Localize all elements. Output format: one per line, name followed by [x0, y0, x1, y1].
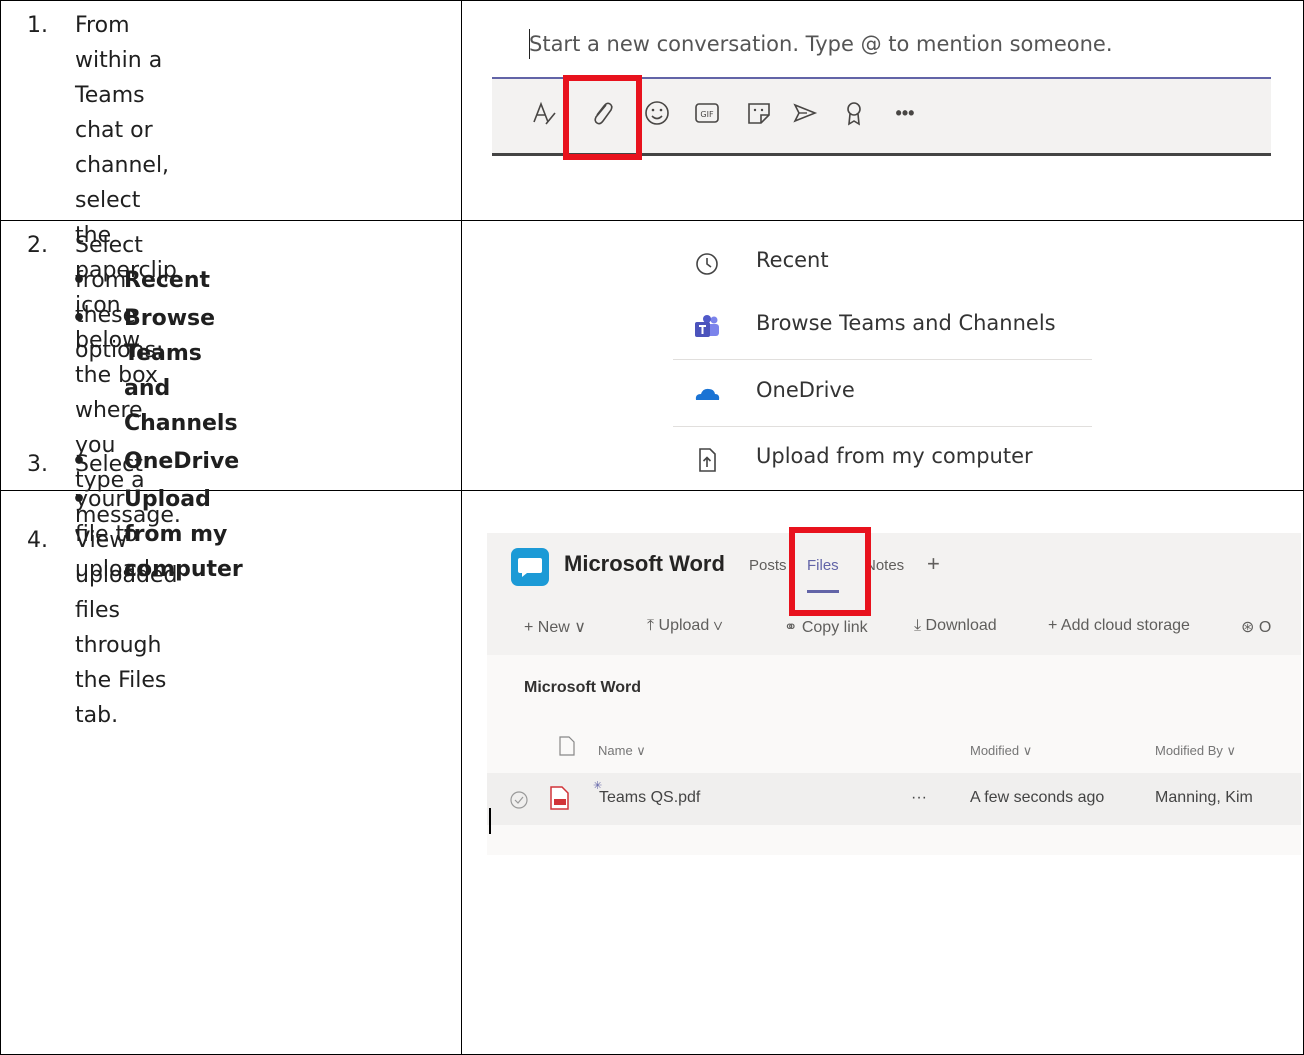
- text-cursor: [489, 808, 491, 834]
- files-view: Microsoft Word Posts Files Notes + + New…: [487, 533, 1301, 855]
- row-divider-1: [0, 220, 1304, 221]
- step-number: 3.: [27, 452, 48, 477]
- table-border-left: [0, 0, 1, 1055]
- files-tab-highlight: [789, 527, 871, 616]
- emoji-icon[interactable]: [642, 98, 672, 128]
- menu-item-recent[interactable]: Recent: [673, 230, 1092, 295]
- step-text: View uploaded files through the Files ta…: [75, 523, 177, 733]
- add-cloud-storage-button[interactable]: + Add cloud storage: [1048, 617, 1190, 635]
- menu-item-label: Upload from my computer: [756, 444, 1033, 468]
- onedrive-icon: [695, 388, 720, 400]
- file-list: Microsoft Word Name ∨ Modified ∨ Modifie…: [487, 655, 1301, 855]
- open-button[interactable]: ⊛ O: [1241, 617, 1271, 637]
- new-button[interactable]: + New ∨: [524, 617, 586, 637]
- gif-label: GIF: [700, 110, 714, 119]
- step-text-line: From within a Teams chat or: [75, 13, 163, 143]
- step-number: 4.: [27, 528, 48, 553]
- menu-item-label: OneDrive: [756, 378, 855, 402]
- column-name[interactable]: Name ∨: [598, 743, 646, 759]
- step-number: 1.: [27, 13, 48, 38]
- step-number: 2.: [27, 233, 48, 258]
- gif-icon[interactable]: GIF: [692, 98, 722, 128]
- table-border-top: [0, 0, 1304, 1]
- column-modified-by[interactable]: Modified By ∨: [1155, 743, 1236, 759]
- menu-item-upload[interactable]: Upload from my computer: [673, 426, 1092, 491]
- format-icon[interactable]: [528, 98, 558, 128]
- pdf-icon: [550, 786, 569, 810]
- teams-icon: [695, 315, 719, 337]
- breadcrumb: Microsoft Word: [524, 679, 642, 696]
- file-modified-by: Manning, Kim: [1155, 789, 1253, 806]
- file-modified: A few seconds ago: [970, 789, 1105, 806]
- copy-link-button[interactable]: ⚭ Copy link: [784, 617, 868, 637]
- add-tab-button[interactable]: +: [927, 551, 940, 577]
- option-recent: Recent: [54, 263, 243, 298]
- message-input[interactable]: Start a new conversation. Type @ to ment…: [492, 8, 1271, 79]
- row-more-button[interactable]: ···: [911, 789, 927, 807]
- upload-button[interactable]: ⤒ Upload ∨: [647, 617, 723, 635]
- upload-icon: [699, 448, 716, 472]
- more-icon[interactable]: •••: [890, 98, 920, 128]
- option-browse-teams-cont: Channels: [124, 411, 238, 436]
- app-icon: [511, 548, 549, 586]
- download-button[interactable]: ⤓ Download: [914, 617, 997, 635]
- option-browse-teams: Browse Teams and: [54, 301, 243, 406]
- menu-item-browse-teams[interactable]: Browse Teams and Channels: [673, 293, 1092, 358]
- clock-icon: [696, 253, 718, 275]
- command-bar: + New ∨ ⤒ Upload ∨ ⚭ Copy link ⤓ Downloa…: [487, 595, 1301, 656]
- channel-header: Microsoft Word Posts Files Notes +: [487, 533, 1301, 595]
- sticker-icon[interactable]: [744, 98, 774, 128]
- step-text-line: View uploaded files through: [75, 528, 178, 658]
- menu-item-label: Browse Teams and Channels: [756, 311, 1056, 335]
- praise-icon[interactable]: [839, 98, 869, 128]
- tab-posts[interactable]: Posts: [749, 557, 787, 574]
- step-text-line: the Files tab.: [75, 668, 167, 728]
- menu-item-label: Recent: [756, 248, 829, 272]
- column-divider: [461, 0, 462, 1055]
- checkbox-circle-icon[interactable]: [509, 790, 529, 810]
- app-title: Microsoft Word: [564, 551, 725, 576]
- column-modified[interactable]: Modified ∨: [970, 743, 1032, 759]
- file-name[interactable]: Teams QS.pdf: [599, 789, 700, 807]
- table-row[interactable]: ✳ Teams QS.pdf ··· A few seconds ago Man…: [487, 773, 1301, 825]
- attach-menu: Recent Browse Teams and Channels OneDriv…: [673, 222, 1092, 490]
- menu-item-onedrive[interactable]: OneDrive: [673, 360, 1092, 425]
- paperclip-highlight: [563, 75, 642, 160]
- file-type-icon: [559, 736, 575, 756]
- send-later-icon[interactable]: [790, 98, 820, 128]
- message-placeholder: Start a new conversation. Type @ to ment…: [529, 32, 1113, 56]
